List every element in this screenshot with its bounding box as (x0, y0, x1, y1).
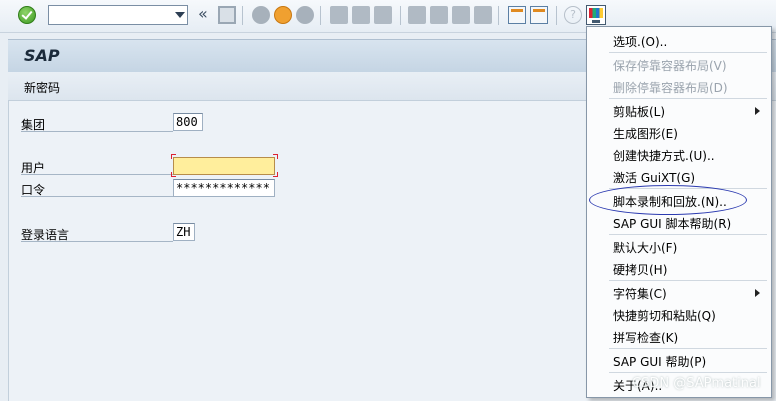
enter-check-icon[interactable] (18, 6, 36, 24)
menu-item-hardcopy[interactable]: 硬拷贝(H) (613, 261, 667, 278)
new-password-button[interactable]: 新密码 (24, 79, 60, 96)
find-icon[interactable] (352, 6, 370, 24)
client-label-underline (21, 131, 173, 132)
menu-item-spell-check[interactable]: 拼写检查(K) (613, 329, 678, 346)
exit-icon[interactable] (274, 6, 292, 24)
submenu-arrow-icon (755, 107, 760, 115)
new-session-icon[interactable] (508, 6, 526, 24)
annotation-ellipse (589, 185, 747, 215)
menu-separator (609, 52, 767, 53)
focus-corner (273, 154, 278, 159)
customize-layout-icon[interactable] (586, 5, 606, 25)
language-field[interactable]: ZH (173, 223, 195, 241)
collapse-chevron-icon[interactable]: « (198, 6, 212, 24)
menu-item-save-docking-layout[interactable]: 保存停靠容器布局(V) (613, 57, 727, 74)
menu-item-character-set[interactable]: 字符集(C) (613, 285, 667, 302)
watermark-text: CSDN @SAPmatinal (632, 376, 761, 391)
next-page-icon[interactable] (452, 6, 470, 24)
menu-item-clipboard[interactable]: 剪贴板(L) (613, 103, 665, 120)
password-label-underline (21, 196, 173, 197)
toolbar-divider (556, 6, 557, 25)
command-field[interactable] (48, 5, 188, 25)
toolbar-divider (242, 6, 243, 25)
menu-item-create-shortcut[interactable]: 创建快捷方式.(U).. (613, 147, 715, 164)
toolbar-divider (320, 6, 321, 25)
last-page-icon[interactable] (474, 6, 492, 24)
toolbar-divider (498, 6, 499, 25)
first-page-icon[interactable] (408, 6, 426, 24)
command-dropdown-icon[interactable] (175, 12, 185, 18)
create-shortcut-icon[interactable] (530, 6, 548, 24)
submenu-arrow-icon (755, 289, 760, 297)
menu-item-generate-graphic[interactable]: 生成图形(E) (613, 125, 678, 142)
menu-item-sap-gui-help[interactable]: SAP GUI 帮助(P) (613, 353, 706, 370)
user-label-underline (21, 174, 173, 175)
find-next-icon[interactable] (374, 6, 392, 24)
save-icon[interactable] (218, 6, 236, 24)
focus-corner (273, 172, 278, 177)
back-icon[interactable] (252, 6, 270, 24)
client-field[interactable]: 800 (173, 113, 203, 131)
menu-separator (609, 348, 767, 349)
menu-item-quick-cut-paste[interactable]: 快捷剪切和粘贴(Q) (613, 307, 716, 324)
page-title: SAP (24, 46, 60, 65)
password-field[interactable]: ************* (173, 179, 275, 197)
language-label-underline (21, 241, 173, 242)
menu-item-delete-docking-layout[interactable]: 删除停靠容器布局(D) (613, 79, 728, 96)
user-field[interactable] (173, 157, 275, 175)
print-icon[interactable] (330, 6, 348, 24)
menu-item-scripting-help[interactable]: SAP GUI 脚本帮助(R) (613, 215, 731, 232)
menu-item-options[interactable]: 选项.(O).. (613, 33, 667, 50)
menu-separator (609, 98, 767, 99)
menu-item-default-size[interactable]: 默认大小(F) (613, 239, 677, 256)
focus-corner (171, 154, 176, 159)
help-icon[interactable]: ? (564, 6, 582, 24)
cancel-icon[interactable] (296, 6, 314, 24)
menu-separator (609, 372, 767, 373)
previous-page-icon[interactable] (430, 6, 448, 24)
focus-corner (171, 172, 176, 177)
menu-item-activate-guixt[interactable]: 激活 GuiXT(G) (613, 169, 695, 186)
toolbar-divider (400, 6, 401, 25)
menu-separator (609, 234, 767, 235)
menu-separator (609, 280, 767, 281)
